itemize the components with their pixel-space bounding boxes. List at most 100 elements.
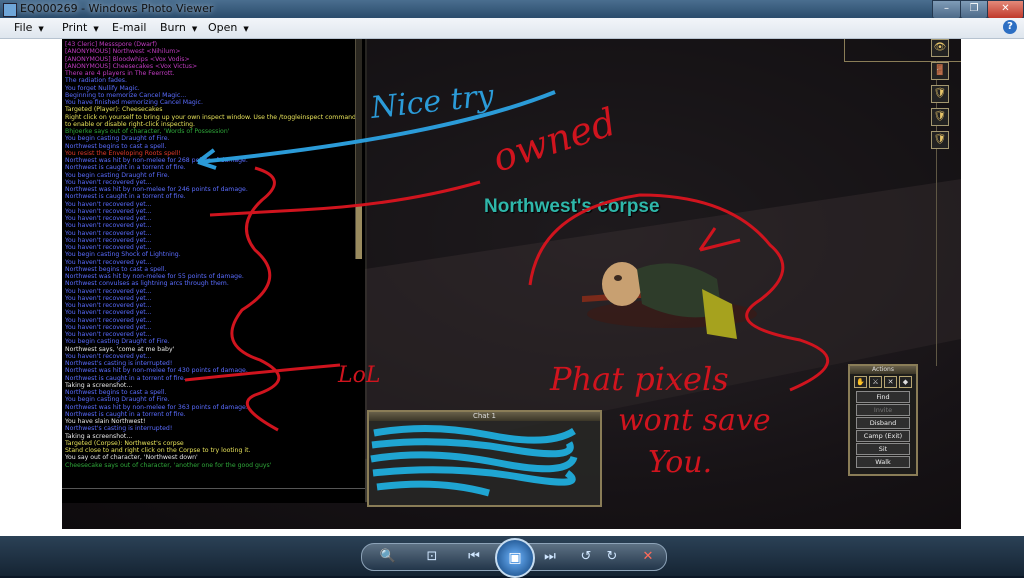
chat-log-line: Northwest was hit by non-melee for 268 p… bbox=[65, 157, 248, 164]
disband-button[interactable]: Disband bbox=[856, 417, 910, 429]
actual-size-icon[interactable]: ⊡ bbox=[420, 546, 444, 568]
window-title: EQ000269 - Windows Photo Viewer bbox=[20, 2, 214, 15]
shield-icon[interactable]: 🛡 bbox=[931, 108, 949, 126]
chat-log-line: You begin casting Draught of Fire. bbox=[65, 396, 170, 404]
actions-title: Actions bbox=[850, 366, 916, 374]
chat-log-line: You haven't recovered yet... bbox=[65, 258, 152, 266]
window-frame-border bbox=[844, 61, 937, 366]
chat-log-line: Northwest is caught in a torrent of fire… bbox=[65, 193, 186, 201]
chat-log-line: You have finished memorizing Cancel Magi… bbox=[65, 99, 203, 106]
chat-log-line: [ANONYMOUS] Bloodwhips <Vox Vodis> bbox=[65, 55, 190, 63]
chevron-down-icon: ▼ bbox=[243, 25, 249, 33]
chat-log-line: Northwest is caught in a torrent of fire… bbox=[65, 374, 186, 382]
chat-input[interactable] bbox=[62, 488, 365, 503]
chat-log-line: Northwest was hit by non-melee for 55 po… bbox=[65, 273, 244, 280]
sit-button[interactable]: Sit bbox=[856, 443, 910, 455]
zoom-icon[interactable]: 🔍 bbox=[376, 546, 400, 568]
menu-email-label: E-mail bbox=[112, 21, 147, 34]
chat-log-line: Taking a screenshot... bbox=[65, 432, 133, 440]
chat-log-line: Cheesecake says out of character, 'anoth… bbox=[65, 461, 272, 469]
chat-scrollbar[interactable] bbox=[355, 39, 362, 259]
sword-icon[interactable]: ⚔ bbox=[869, 376, 882, 388]
chat-log-line: You forget Nullify Magic. bbox=[65, 84, 140, 92]
chat-log-line: The radiation fades. bbox=[65, 77, 127, 85]
close-button[interactable]: ✕ bbox=[987, 0, 1024, 19]
menu-print[interactable]: Print ▼ bbox=[62, 21, 99, 34]
chat-log-line: Northwest begins to cast a spell. bbox=[65, 142, 167, 150]
menu-email[interactable]: E-mail bbox=[112, 21, 147, 34]
corpse-nameplate: Northwest's corpse bbox=[484, 196, 660, 217]
title-bar: EQ000269 - Windows Photo Viewer – ❐ ✕ bbox=[0, 0, 1024, 19]
chevron-down-icon: ▼ bbox=[191, 25, 198, 33]
chat-log-line: You begin casting Draught of Fire. bbox=[65, 171, 170, 179]
chat-log-line: Right click on yourself to bring up your… bbox=[65, 113, 355, 121]
menu-burn[interactable]: Burn ▼ bbox=[160, 21, 197, 34]
next-icon[interactable]: ⏭ bbox=[538, 546, 562, 568]
menu-file-label: File bbox=[14, 21, 33, 34]
chat-log-line: You haven't recovered yet... bbox=[65, 229, 152, 237]
chevron-down-icon: ▼ bbox=[38, 25, 44, 33]
chat-log-line: Northwest was hit by non-melee for 363 p… bbox=[65, 403, 248, 411]
gem-icon[interactable]: ◆ bbox=[899, 376, 912, 388]
chat-log-line: You haven't recovered yet... bbox=[65, 207, 152, 215]
previous-icon[interactable]: ⏮ bbox=[462, 546, 486, 568]
corpse-character[interactable] bbox=[582, 244, 762, 339]
chat-log-line: [ANONYMOUS] Cheesecakes <Vox Victus> bbox=[65, 62, 198, 70]
chat-log-line: Northwest convulses as lightning arcs th… bbox=[65, 280, 229, 288]
chat-log-line: You begin casting Draught of Fire. bbox=[65, 135, 170, 143]
eye-icon[interactable]: 👁 bbox=[931, 39, 949, 57]
cross-icon[interactable]: ✕ bbox=[884, 376, 897, 388]
menu-open-label: Open bbox=[208, 21, 238, 34]
chat-log-line: Northwest is caught in a torrent of fire… bbox=[65, 410, 186, 418]
menu-bar: File ▼ Print ▼ E-mail Burn ▼ Open ▼ ? bbox=[0, 18, 1024, 39]
shield-icon[interactable]: 🛡 bbox=[931, 85, 949, 103]
chat-log-line: Northwest was hit by non-melee for 246 p… bbox=[65, 186, 248, 193]
slideshow-button[interactable]: ▣ bbox=[495, 538, 535, 578]
camp-exit-button[interactable]: Camp (Exit) bbox=[856, 430, 910, 442]
invite-button[interactable]: Invite bbox=[856, 404, 910, 416]
rotate-cw-icon[interactable]: ↻ bbox=[600, 546, 624, 568]
chat-log-line: Northwest says, 'come at me baby' bbox=[65, 345, 175, 353]
chat-log-line: Northwest begins to cast a spell. bbox=[65, 265, 167, 273]
chat-log-line: You haven't recovered yet... bbox=[65, 178, 152, 186]
rotate-ccw-icon[interactable]: ↺ bbox=[574, 546, 598, 568]
game-screenshot: [43 Cleric] Messspore (Dwarf) [ANONYMOUS]… bbox=[62, 39, 961, 529]
chat-log-line: You begin casting Draught of Fire. bbox=[65, 338, 170, 346]
hotbar-icons: 👁 🚪 🛡 🛡 🛡 bbox=[931, 39, 949, 154]
chat-window: Chat 1 bbox=[367, 410, 602, 507]
chat-log-lines: [43 Cleric] Messspore (Dwarf) [ANONYMOUS]… bbox=[65, 41, 355, 496]
menu-burn-label: Burn bbox=[160, 21, 186, 34]
chat-log-line: There are 4 players in The Feerrott. bbox=[65, 70, 175, 77]
walk-button[interactable]: Walk bbox=[856, 456, 910, 468]
shield-icon[interactable]: 🛡 bbox=[931, 131, 949, 149]
app-icon bbox=[3, 3, 17, 17]
chat-log-line: You haven't recovered yet... bbox=[65, 331, 152, 338]
scrollbar-thumb[interactable] bbox=[356, 204, 362, 259]
chat-log-line: Bhjoerke says out of character, 'Words o… bbox=[65, 128, 230, 135]
menu-print-label: Print bbox=[62, 21, 88, 34]
chat-log-line: [43 Cleric] Messspore (Dwarf) bbox=[65, 41, 158, 48]
chat-log-line: You haven't recovered yet... bbox=[65, 215, 152, 222]
menu-file[interactable]: File ▼ bbox=[14, 21, 44, 34]
minimize-button[interactable]: – bbox=[932, 0, 961, 19]
viewer-controls: 🔍 ⊡ ⏮ ▣ ⏭ ↺ ↻ ✕ bbox=[361, 538, 667, 578]
chat-log-line: Northwest's casting is interrupted! bbox=[65, 360, 173, 367]
chat-log-line: You resist the Enveloping Roots spell! bbox=[65, 149, 181, 157]
find-button[interactable]: Find bbox=[856, 391, 910, 403]
chat-log-line: Targeted (Player): Cheesecakes bbox=[65, 106, 163, 114]
chat-log-line: You haven't recovered yet... bbox=[65, 316, 152, 324]
chat-window-title: Chat 1 bbox=[369, 412, 600, 421]
chat-log-line: You haven't recovered yet... bbox=[65, 302, 152, 309]
chat-log-window: [43 Cleric] Messspore (Dwarf) [ANONYMOUS]… bbox=[62, 39, 367, 503]
chat-log-line: You haven't recovered yet... bbox=[65, 352, 152, 360]
menu-open[interactable]: Open ▼ bbox=[208, 21, 249, 34]
maximize-button[interactable]: ❐ bbox=[960, 0, 988, 19]
door-icon[interactable]: 🚪 bbox=[931, 62, 949, 80]
help-icon[interactable]: ? bbox=[1003, 20, 1017, 34]
chat-log-line: You begin casting Shock of Lightning. bbox=[65, 251, 181, 259]
chat-log-line: Northwest was hit by non-melee for 430 p… bbox=[65, 367, 248, 375]
chat-log-line: to enable or disable right-click inspect… bbox=[65, 120, 196, 128]
hand-icon[interactable]: ✋ bbox=[854, 376, 867, 388]
delete-icon[interactable]: ✕ bbox=[636, 546, 660, 568]
chat-log-line: Beginning to memorize Cancel Magic... bbox=[65, 91, 187, 99]
